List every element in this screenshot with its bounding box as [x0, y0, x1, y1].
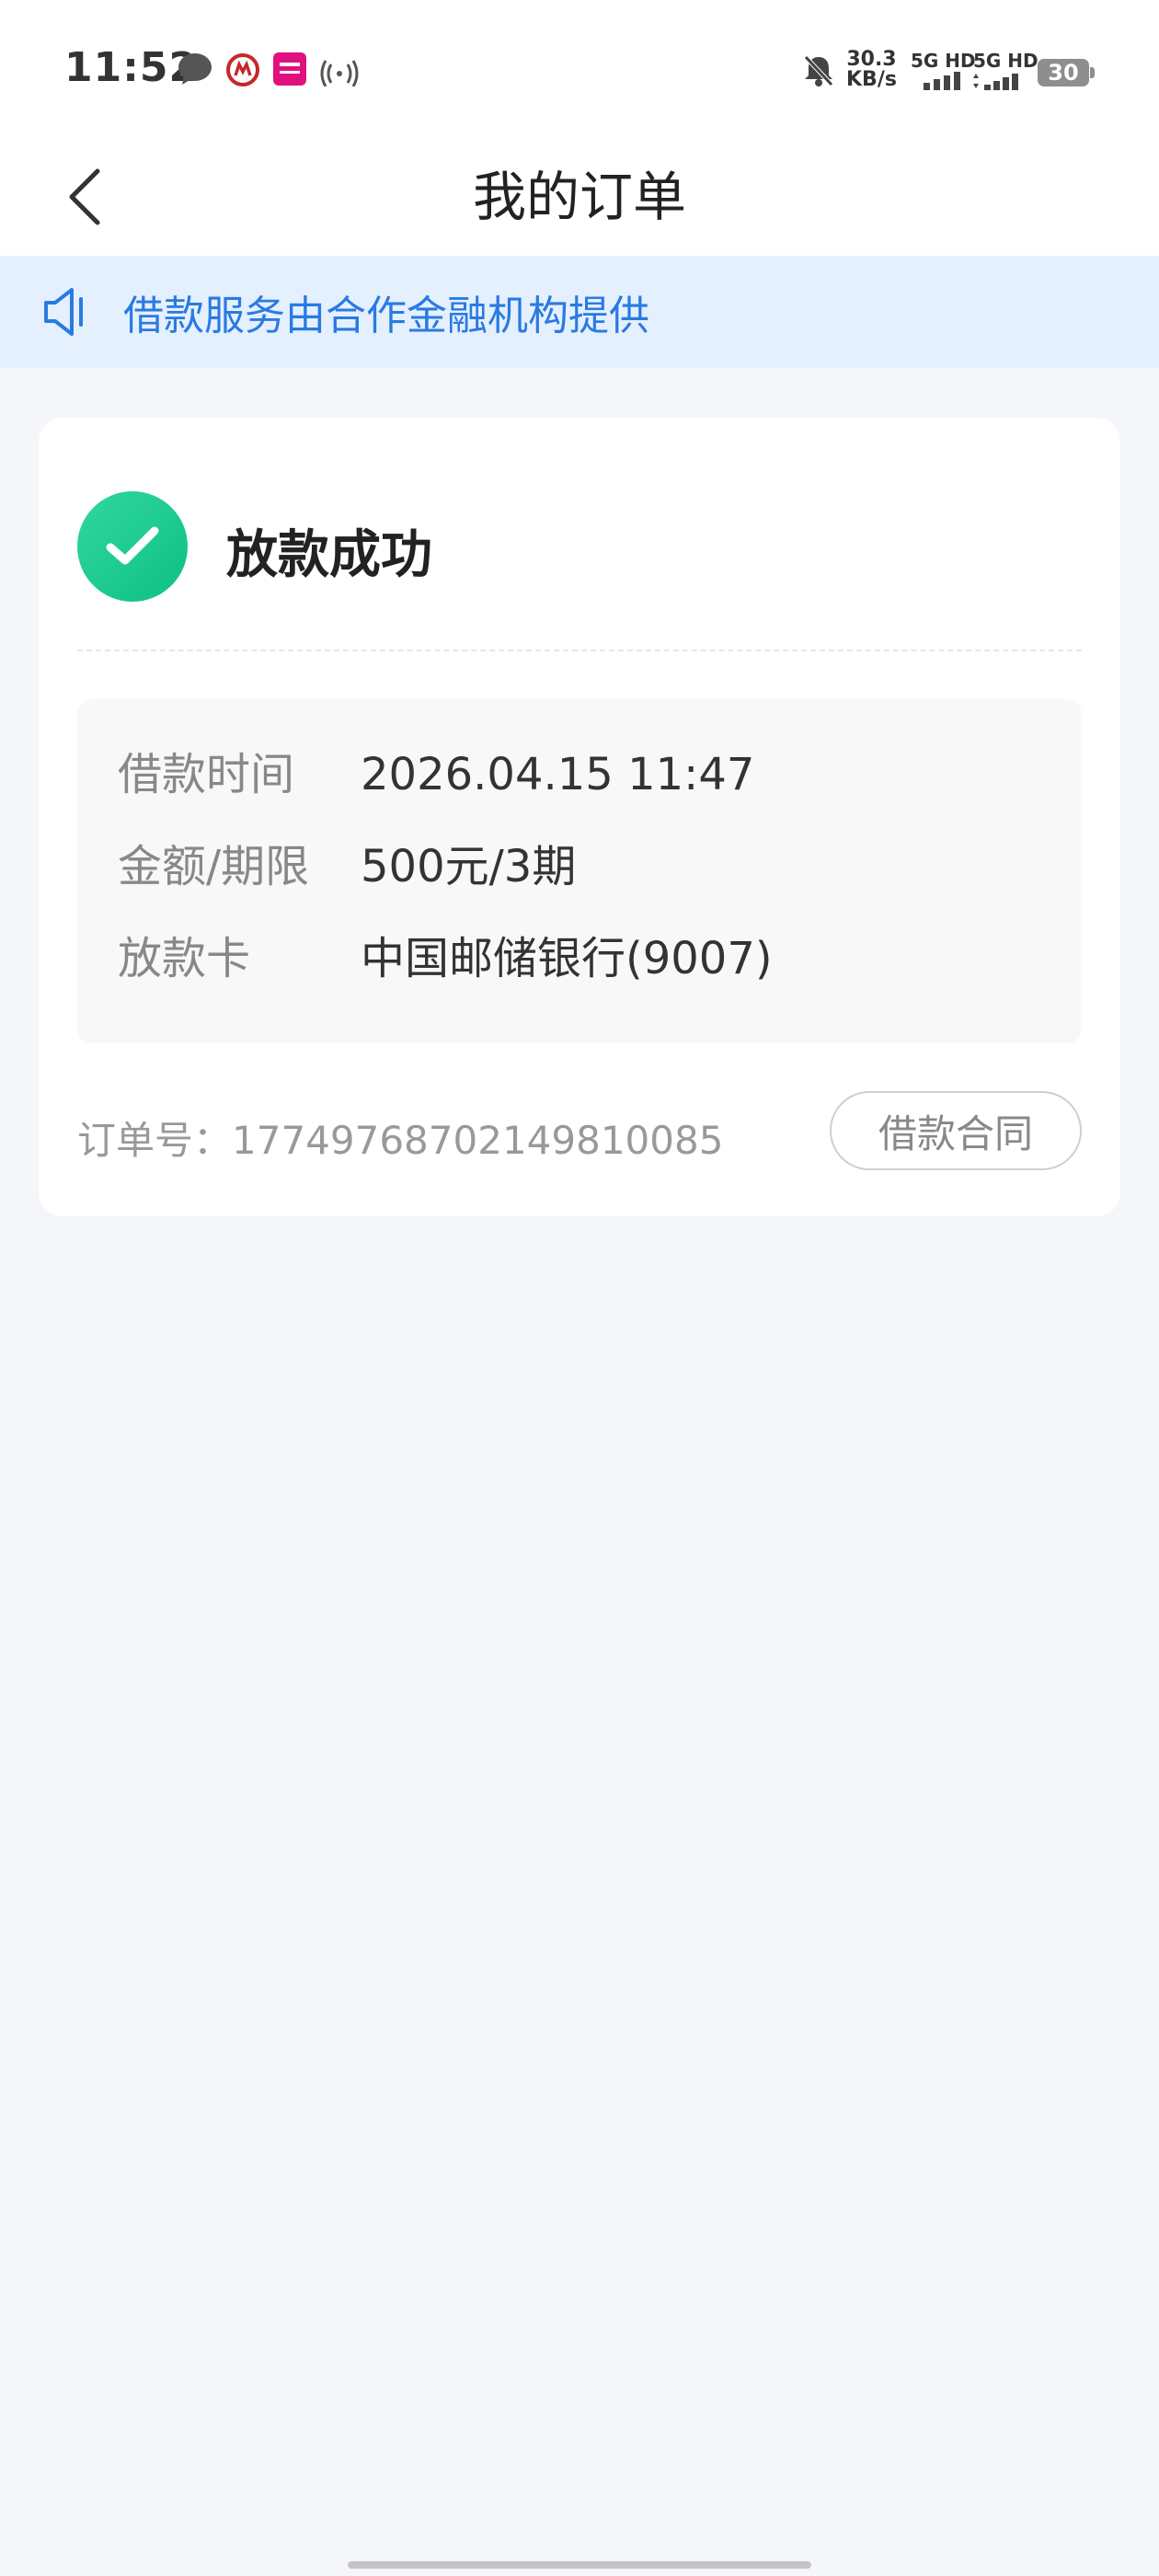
- detail-label: 放款卡: [118, 933, 251, 984]
- nav-bar: 我的订单: [0, 138, 1159, 256]
- detail-value: 500元/3期: [361, 841, 577, 892]
- back-button[interactable]: [48, 153, 121, 241]
- battery-cap: [1090, 67, 1095, 78]
- speaker-icon: [44, 288, 83, 336]
- detail-label: 借款时间: [118, 749, 295, 800]
- network-speed: 30.3 KB/s: [846, 50, 897, 90]
- home-indicator[interactable]: [348, 2561, 811, 2569]
- notice-banner: 借款服务由合作金融机构提供: [0, 256, 1159, 368]
- vip-app-icon: [273, 52, 306, 86]
- order-card: 放款成功 借款时间 2026.04.15 11:47 金额/期限 500元/3期…: [39, 418, 1120, 1216]
- detail-row-loan-time: 借款时间 2026.04.15 11:47: [77, 747, 1082, 802]
- signal-1-bars-icon: [924, 72, 960, 90]
- hotspot-icon: [320, 60, 359, 86]
- bank-app-icon: [226, 53, 259, 86]
- message-icon: [178, 53, 212, 85]
- notice-text: 借款服务由合作金融机构提供: [123, 293, 649, 339]
- signal-2-label: 5G HD: [973, 50, 1039, 72]
- order-details: 借款时间 2026.04.15 11:47 金额/期限 500元/3期 放款卡 …: [77, 699, 1082, 1043]
- signal-2-bars-icon: [973, 74, 1018, 90]
- detail-label: 金额/期限: [118, 841, 310, 892]
- status-bar: 11:52 30.3 KB/s 5G HD 5G HD 30: [0, 0, 1159, 138]
- order-status: 放款成功: [226, 525, 432, 585]
- detail-row-amount-term: 金额/期限 500元/3期: [77, 839, 1082, 894]
- net-speed-unit: KB/s: [846, 68, 897, 91]
- detail-row-card: 放款卡 中国邮储银行(9007): [77, 931, 1082, 986]
- battery-indicator: 30: [1038, 59, 1089, 86]
- loan-contract-button[interactable]: 借款合同: [830, 1091, 1082, 1170]
- order-number: 订单号：17749768702149810085: [77, 1118, 724, 1163]
- detail-value: 2026.04.15 11:47: [361, 749, 755, 800]
- dashed-divider: [77, 650, 1082, 651]
- page-title: 我的订单: [472, 166, 686, 228]
- success-check-icon: [77, 491, 188, 602]
- chevron-left-icon: [69, 168, 100, 225]
- detail-value: 中国邮储银行(9007): [361, 933, 773, 984]
- signal-1-label: 5G HD: [911, 50, 976, 72]
- net-speed-value: 30.3: [846, 48, 897, 71]
- checkmark-icon: [106, 526, 159, 565]
- mute-bell-icon: [804, 55, 833, 86]
